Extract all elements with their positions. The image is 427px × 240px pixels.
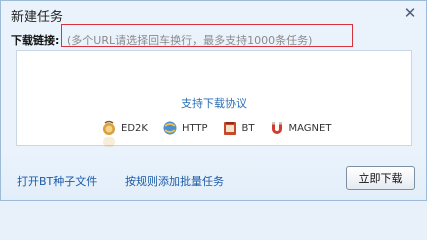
protocol-bt[interactable]: BT bbox=[222, 120, 255, 136]
ed2k-icon bbox=[103, 120, 115, 135]
protocol-label: BT bbox=[241, 122, 255, 134]
bt-icon bbox=[223, 122, 236, 135]
protocol-label: MAGNET bbox=[288, 122, 332, 134]
protocol-http[interactable]: HTTP bbox=[162, 120, 208, 136]
http-icon bbox=[163, 121, 177, 135]
new-task-dialog: 新建任务 ✕ 下载链接: (多个URL请选择回车换行，最多支持1000条任务) … bbox=[0, 0, 427, 201]
download-link-label: 下载链接: bbox=[11, 34, 60, 47]
supported-protocols-title: 支持下载协议 bbox=[181, 97, 247, 110]
magnet-icon bbox=[271, 122, 282, 134]
close-icon[interactable]: ✕ bbox=[401, 4, 419, 22]
protocol-label: ED2K bbox=[121, 122, 148, 134]
batch-add-link[interactable]: 按规则添加批量任务 bbox=[125, 173, 224, 189]
protocol-ed2k[interactable]: ED2K bbox=[101, 120, 148, 136]
protocol-label: HTTP bbox=[181, 122, 208, 134]
reflection-item bbox=[101, 137, 121, 147]
url-textarea[interactable]: 支持下载协议 ED2K HTTP BT MAGNET bbox=[16, 50, 412, 147]
open-bt-seed-link[interactable]: 打开BT种子文件 bbox=[17, 173, 97, 189]
protocol-reflection bbox=[101, 137, 135, 147]
download-now-button[interactable]: 立即下载 bbox=[346, 166, 415, 190]
ed2k-icon bbox=[103, 137, 115, 147]
highlight-box bbox=[61, 24, 353, 47]
protocol-magnet[interactable]: MAGNET bbox=[269, 120, 332, 136]
dialog-title: 新建任务 bbox=[11, 10, 64, 25]
protocol-list: ED2K HTTP BT MAGNET bbox=[101, 119, 345, 137]
